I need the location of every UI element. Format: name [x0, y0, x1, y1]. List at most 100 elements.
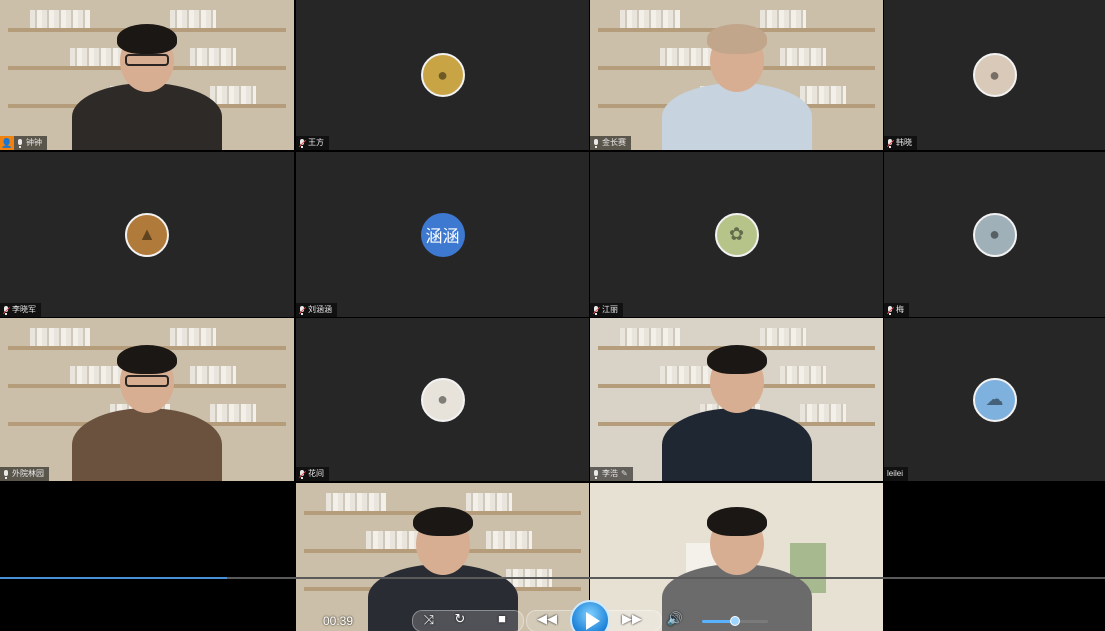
- mic-icon: [593, 138, 599, 148]
- person-body: [661, 407, 812, 481]
- participant-name: 外院林园: [12, 469, 44, 478]
- participant-tile[interactable]: ☁ leilei: [884, 318, 1105, 481]
- participant-name-tag: 金长赛: [590, 136, 631, 150]
- books: [190, 48, 236, 66]
- person-body: [72, 407, 222, 481]
- books: [170, 10, 216, 28]
- books: [210, 86, 256, 104]
- participant-name-tag: leilei: [884, 467, 909, 481]
- rewind-icon[interactable]: ◀◀: [535, 611, 559, 627]
- participant-tile[interactable]: 金长赛: [590, 0, 883, 150]
- participant-tile[interactable]: ● 王方: [296, 0, 589, 150]
- participant-name-tag: 王方: [296, 136, 329, 150]
- mic-muted-icon: [592, 305, 601, 315]
- mic-icon: [3, 469, 9, 479]
- playback-progress-fill: [0, 577, 227, 579]
- participant-name: 王方: [308, 138, 324, 147]
- participant-tile[interactable]: 涵涵 刘涵涵: [296, 152, 589, 317]
- participant-name: 李晓军: [12, 305, 36, 314]
- books: [760, 10, 806, 28]
- mute-slash: [886, 306, 895, 314]
- person-hair: [117, 344, 177, 375]
- participant-name: 江丽: [602, 305, 618, 314]
- portrait-photo-icon: ●: [989, 224, 1000, 244]
- participant-tile[interactable]: 李浩 ✎: [590, 318, 883, 481]
- participant-name: 金长赛: [602, 138, 626, 147]
- participant-tile[interactable]: ✿ 江丽: [590, 152, 883, 317]
- participant-tile[interactable]: ● 花间: [296, 318, 589, 481]
- mute-slash: [2, 306, 11, 314]
- person-hair: [706, 344, 767, 375]
- participant-tile[interactable]: 👤 钟钟: [0, 0, 294, 150]
- glasses: [125, 374, 169, 387]
- camera-feed: [0, 318, 294, 481]
- participant-name-tag: 李浩 ✎: [590, 467, 633, 481]
- books: [620, 328, 680, 346]
- volume-slider[interactable]: [702, 616, 768, 626]
- participant-name-tag: 李晓军: [0, 303, 41, 317]
- playback-progress-bar[interactable]: [0, 577, 1105, 579]
- camera-feed: [0, 0, 294, 150]
- books: [170, 328, 216, 346]
- books: [30, 10, 90, 28]
- flower-photo-avatar-icon: ✿: [714, 212, 759, 257]
- glasses: [125, 54, 169, 67]
- participant-name: 梅: [896, 305, 904, 314]
- books: [210, 404, 256, 422]
- participant-name-tag: 👤 钟钟: [0, 136, 47, 150]
- person-hair: [706, 24, 767, 54]
- mic-icon: [593, 469, 599, 479]
- participant-name-tag: 刘涵涵: [296, 303, 337, 317]
- sky-photo-avatar-icon: ☁: [972, 377, 1017, 422]
- elapsed-time: 00:39: [323, 614, 354, 628]
- portrait-photo-icon: ●: [437, 389, 448, 409]
- books: [326, 493, 386, 511]
- portrait-photo-icon: ●: [437, 64, 448, 85]
- mute-slash: [592, 306, 601, 314]
- camera-feed: [590, 318, 883, 481]
- mic-muted-icon: [886, 305, 895, 315]
- mic-muted-icon: [298, 469, 307, 479]
- fast-forward-icon[interactable]: ▶▶: [620, 611, 644, 627]
- participant-tile[interactable]: ▲ 李晓军: [0, 152, 294, 317]
- books: [780, 366, 826, 384]
- participant-grid: 👤 钟钟 ● 王方 金长赛 ● 韩晓 ▲ 李晓军 涵涵 刘涵涵 ✿ 江丽 ● 梅外院林园 ● 花间 李浩 ✎ ☁ lei…: [0, 0, 1105, 631]
- person-hair: [706, 506, 767, 537]
- participant-name: 韩晓: [896, 138, 912, 147]
- mute-slash: [298, 306, 307, 314]
- books: [30, 328, 90, 346]
- participant-name-tag: 韩晓: [884, 136, 917, 150]
- books: [620, 10, 680, 28]
- books: [780, 48, 826, 66]
- mic-icon: [17, 138, 23, 148]
- mic-muted-icon: [298, 305, 307, 315]
- portrait-photo-avatar-icon: ●: [972, 53, 1017, 97]
- volume-slider-knob[interactable]: [730, 616, 740, 626]
- participant-name: 钟钟: [26, 138, 42, 147]
- landscape-photo-avatar-icon: ▲: [125, 212, 169, 257]
- person-body: [72, 82, 222, 150]
- volume-icon[interactable]: 🔊: [666, 611, 684, 627]
- media-controls: 00:39 ⤨ ↻ ■ ◀◀ ▶▶ 🔊: [0, 600, 1105, 631]
- participant-tile[interactable]: ● 韩晓: [884, 0, 1105, 150]
- participant-name-tag: 外院林园: [0, 467, 49, 481]
- books: [190, 366, 236, 384]
- participant-tile[interactable]: 外院林园: [0, 318, 294, 481]
- participant-name: 刘涵涵: [308, 305, 332, 314]
- speed-icon[interactable]: ⤨: [420, 612, 438, 628]
- replay-icon[interactable]: ↻: [451, 611, 469, 627]
- books: [800, 86, 846, 104]
- participant-name-tag: 江丽: [590, 303, 623, 317]
- stop-icon[interactable]: ■: [494, 611, 510, 626]
- books: [760, 328, 806, 346]
- portrait-photo-avatar-icon: ●: [420, 53, 465, 97]
- mic-muted-icon: [298, 138, 307, 148]
- participant-tile[interactable]: ● 梅: [884, 152, 1105, 317]
- books: [486, 531, 532, 549]
- participant-name: 花间: [308, 469, 324, 478]
- play-button[interactable]: [570, 600, 610, 631]
- participant-name: 李浩: [602, 469, 618, 478]
- person-body: [661, 82, 812, 150]
- mic-muted-icon: [2, 305, 11, 315]
- camera-feed: [590, 0, 883, 150]
